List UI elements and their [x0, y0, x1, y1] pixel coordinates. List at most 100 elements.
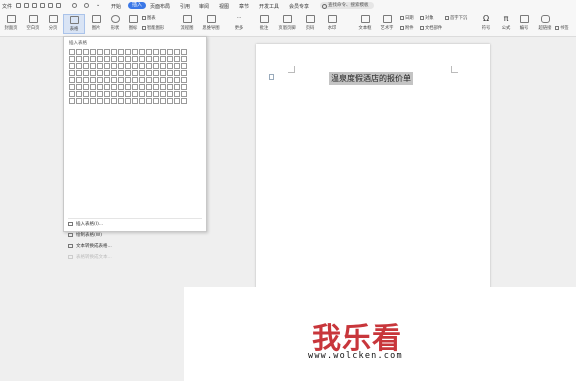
- table-grid-cell[interactable]: [173, 83, 180, 90]
- table-grid-cell[interactable]: [173, 90, 180, 97]
- stream-chart-button[interactable]: 流程图: [176, 14, 198, 34]
- table-grid-cell[interactable]: [124, 62, 131, 69]
- table-grid-cell[interactable]: [145, 76, 152, 83]
- table-grid-cell[interactable]: [131, 48, 138, 55]
- table-grid-cell[interactable]: [82, 76, 89, 83]
- symbol-button[interactable]: Ω 符号: [475, 14, 497, 34]
- table-grid-cell[interactable]: [96, 76, 103, 83]
- format-painter-icon[interactable]: [48, 3, 53, 8]
- table-grid-cell[interactable]: [166, 83, 173, 90]
- table-grid-cell[interactable]: [117, 62, 124, 69]
- table-grid-cell[interactable]: [145, 48, 152, 55]
- bookmark-button[interactable]: 书签: [555, 25, 569, 31]
- table-grid-cell[interactable]: [166, 69, 173, 76]
- table-grid-cell[interactable]: [82, 69, 89, 76]
- tab-view[interactable]: 视图: [219, 3, 229, 10]
- table-grid-cell[interactable]: [82, 55, 89, 62]
- table-grid-cell[interactable]: [75, 62, 82, 69]
- table-grid-cell[interactable]: [180, 83, 187, 90]
- table-grid-cell[interactable]: [159, 69, 166, 76]
- table-grid-cell[interactable]: [131, 97, 138, 104]
- table-grid-cell[interactable]: [131, 62, 138, 69]
- table-grid-cell[interactable]: [110, 69, 117, 76]
- table-grid-cell[interactable]: [110, 76, 117, 83]
- table-grid-cell[interactable]: [138, 62, 145, 69]
- table-grid-cell[interactable]: [103, 69, 110, 76]
- tab-home[interactable]: 开始: [111, 3, 121, 10]
- table-grid-cell[interactable]: [89, 69, 96, 76]
- table-grid-cell[interactable]: [131, 76, 138, 83]
- table-grid-cell[interactable]: [68, 76, 75, 83]
- table-grid-cell[interactable]: [110, 90, 117, 97]
- table-grid-cell[interactable]: [68, 97, 75, 104]
- text-box-button[interactable]: 文本框: [354, 14, 376, 34]
- cover-page-button[interactable]: 封面页: [0, 14, 22, 34]
- table-grid-cell[interactable]: [110, 97, 117, 104]
- paragraph-handle-icon[interactable]: [269, 74, 274, 80]
- text-to-table-item[interactable]: 文本转换成表格...: [68, 243, 112, 251]
- table-grid-cell[interactable]: [159, 90, 166, 97]
- table-grid-cell[interactable]: [124, 76, 131, 83]
- table-grid-cell[interactable]: [145, 55, 152, 62]
- attachment-button[interactable]: 附件: [400, 25, 414, 31]
- table-grid-cell[interactable]: [180, 90, 187, 97]
- table-grid-cell[interactable]: [75, 90, 82, 97]
- table-button[interactable]: 表格: [63, 14, 85, 34]
- table-grid-cell[interactable]: [96, 90, 103, 97]
- table-grid-cell[interactable]: [103, 76, 110, 83]
- table-grid-cell[interactable]: [110, 83, 117, 90]
- table-grid-cell[interactable]: [173, 48, 180, 55]
- table-grid-cell[interactable]: [180, 76, 187, 83]
- page-number-button[interactable]: 页码: [299, 14, 321, 34]
- table-grid-cell[interactable]: [96, 62, 103, 69]
- table-grid-cell[interactable]: [173, 97, 180, 104]
- table-grid-cell[interactable]: [89, 76, 96, 83]
- table-grid-cell[interactable]: [75, 69, 82, 76]
- table-grid-cell[interactable]: [89, 83, 96, 90]
- table-grid-cell[interactable]: [166, 76, 173, 83]
- table-grid-cell[interactable]: [75, 83, 82, 90]
- folder-icon[interactable]: [24, 3, 29, 8]
- table-grid-cell[interactable]: [180, 55, 187, 62]
- tab-insert[interactable]: 插入: [128, 2, 147, 9]
- document-title[interactable]: 温泉度假酒店的报价单: [329, 72, 413, 85]
- command-search[interactable]: 查找命令、搜索模板: [320, 2, 374, 9]
- tab-review[interactable]: 审阅: [199, 3, 209, 10]
- table-grid-cell[interactable]: [75, 55, 82, 62]
- save-icon[interactable]: [16, 3, 21, 8]
- table-grid-cell[interactable]: [117, 55, 124, 62]
- table-grid-cell[interactable]: [75, 48, 82, 55]
- table-grid-cell[interactable]: [131, 83, 138, 90]
- table-grid-cell[interactable]: [159, 62, 166, 69]
- table-grid-cell[interactable]: [82, 90, 89, 97]
- table-grid-cell[interactable]: [68, 48, 75, 55]
- table-grid-cell[interactable]: [180, 62, 187, 69]
- redo-icon[interactable]: [84, 3, 89, 8]
- table-grid-cell[interactable]: [117, 76, 124, 83]
- chart-button[interactable]: 图表: [142, 15, 156, 21]
- table-grid-cell[interactable]: [138, 76, 145, 83]
- table-grid-cell[interactable]: [138, 97, 145, 104]
- table-grid-cell[interactable]: [152, 55, 159, 62]
- table-grid-cell[interactable]: [110, 55, 117, 62]
- table-grid-cell[interactable]: [173, 69, 180, 76]
- table-grid-cell[interactable]: [145, 62, 152, 69]
- table-grid-cell[interactable]: [103, 83, 110, 90]
- table-grid-cell[interactable]: [103, 90, 110, 97]
- table-grid-cell[interactable]: [103, 55, 110, 62]
- table-grid-cell[interactable]: [117, 83, 124, 90]
- table-grid-cell[interactable]: [131, 69, 138, 76]
- table-grid-cell[interactable]: [166, 55, 173, 62]
- numbering-button[interactable]: 编号: [513, 14, 535, 34]
- doc-parts-button[interactable]: 文档部件: [420, 25, 442, 31]
- date-button[interactable]: 日期: [400, 15, 414, 21]
- table-grid-cell[interactable]: [82, 62, 89, 69]
- table-grid-cell[interactable]: [68, 69, 75, 76]
- table-grid-cell[interactable]: [145, 90, 152, 97]
- table-grid-cell[interactable]: [131, 90, 138, 97]
- table-grid-cell[interactable]: [75, 97, 82, 104]
- object-button[interactable]: 对象: [420, 15, 434, 21]
- table-grid-cell[interactable]: [117, 48, 124, 55]
- more-button[interactable]: ··· 更多: [228, 14, 250, 34]
- table-grid-cell[interactable]: [152, 83, 159, 90]
